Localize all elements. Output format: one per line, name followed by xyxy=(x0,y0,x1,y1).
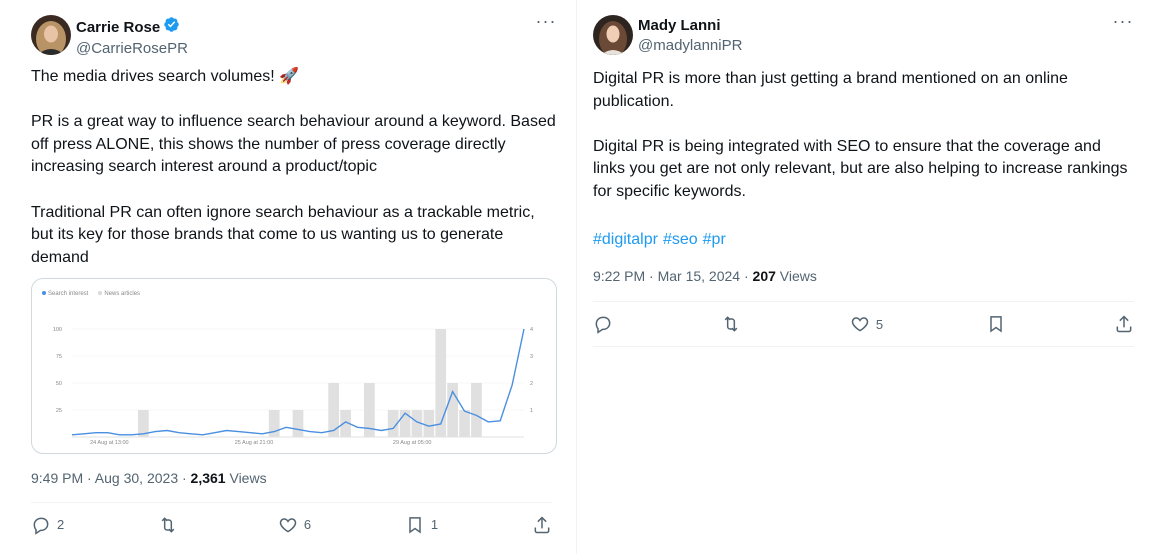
reply-icon xyxy=(33,517,49,535)
news-bar xyxy=(471,383,482,437)
x-tick-label: 25 Aug at 21:00 xyxy=(235,440,274,446)
display-name[interactable]: Carrie Rose xyxy=(76,18,160,37)
verified-badge-icon xyxy=(163,16,180,38)
share-button[interactable] xyxy=(1114,314,1134,334)
heart-icon xyxy=(279,517,297,533)
y-left-tick-label: 25 xyxy=(56,408,62,414)
news-bar xyxy=(435,329,447,437)
news-bar xyxy=(292,410,304,437)
news-bar xyxy=(423,410,435,437)
reply-icon xyxy=(595,316,611,334)
views-label: Views xyxy=(225,470,267,486)
handle[interactable]: @CarrieRosePR xyxy=(76,39,188,58)
reply-button[interactable] xyxy=(593,314,619,334)
hashtag-link[interactable]: #pr xyxy=(703,231,726,248)
x-tick-label: 29 Aug at 05:00 xyxy=(393,440,432,446)
tweet-actions: 2 6 1 xyxy=(31,502,552,546)
like-count: 5 xyxy=(875,316,884,332)
views-count: 207 xyxy=(752,268,776,284)
y-right-tick-label: 2 xyxy=(530,381,533,387)
views-count: 2,361 xyxy=(190,470,226,486)
news-bar xyxy=(459,410,470,437)
more-horizontal-icon[interactable]: ··· xyxy=(1112,12,1134,34)
like-button[interactable]: 5 xyxy=(850,314,883,334)
reply-button[interactable]: 2 xyxy=(31,515,64,535)
chart-plot: 100 4 75 3 50 2 25 1 24 Aug at 13:00 25 Aug at 21… xyxy=(53,327,533,446)
repost-button[interactable] xyxy=(158,515,184,535)
avatar[interactable] xyxy=(31,15,71,55)
bookmark-icon xyxy=(409,516,421,534)
reply-count: 2 xyxy=(57,517,65,532)
y-left-tick-label: 75 xyxy=(56,354,62,360)
views-label: Views xyxy=(775,268,817,284)
news-bar xyxy=(328,383,340,437)
tweet-time[interactable]: 9:22 PM · Mar 15, 2024 · xyxy=(593,268,753,284)
hashtag-link[interactable]: #digitalpr xyxy=(593,231,658,248)
tweet-meta: 9:22 PM · Mar 15, 2024 · 207 Views xyxy=(593,267,817,286)
y-right-tick-label: 4 xyxy=(530,327,533,333)
y-right-tick-label: 3 xyxy=(530,354,533,360)
repost-button[interactable] xyxy=(721,314,747,334)
bookmark-button[interactable]: 1 xyxy=(405,515,438,535)
repost-icon xyxy=(161,516,175,533)
tweet-header: Mady Lanni @madylanniPR ··· xyxy=(593,0,1134,60)
y-left-tick-label: 100 xyxy=(53,327,62,333)
chart-image[interactable]: Search interest News articles 100 4 75 3 50 2… xyxy=(31,278,557,454)
hashtags: #digitalpr #seo #pr xyxy=(593,229,731,251)
y-right-tick-label: 1 xyxy=(530,408,533,414)
hashtag-link[interactable]: #seo xyxy=(663,231,698,248)
bookmark-button[interactable] xyxy=(986,314,1012,334)
x-tick-label: 24 Aug at 13:00 xyxy=(90,440,129,446)
share-icon xyxy=(534,515,550,533)
tweet-time[interactable]: 9:49 PM · Aug 30, 2023 · xyxy=(31,470,191,486)
more-horizontal-icon[interactable]: ··· xyxy=(535,12,557,34)
tweet-meta: 9:49 PM · Aug 30, 2023 · 2,361 Views xyxy=(31,469,267,488)
handle[interactable]: @madylanniPR xyxy=(638,36,742,55)
bookmark-count: 1 xyxy=(430,517,439,532)
tweet-header: Carrie Rose @CarrieRosePR ··· xyxy=(31,0,557,60)
share-button[interactable] xyxy=(532,515,552,535)
like-button[interactable]: 6 xyxy=(278,515,311,535)
display-name[interactable]: Mady Lanni xyxy=(638,16,721,35)
tweet-text: Digital PR is more than just getting a b… xyxy=(593,70,1128,200)
like-count: 6 xyxy=(303,517,312,532)
tweet-carrie-rose[interactable]: Carrie Rose @CarrieRosePR ··· The media … xyxy=(31,0,557,535)
tweet-actions: 5 xyxy=(593,301,1134,347)
tweet-mady-lanni[interactable]: Mady Lanni @madylanniPR ··· Digital PR i… xyxy=(593,0,1134,347)
bookmark-icon xyxy=(989,316,1002,333)
tweet-text: The media drives search volumes! 🚀 PR is… xyxy=(31,68,556,266)
heart-icon xyxy=(851,317,869,332)
share-icon xyxy=(1116,315,1132,333)
y-left-tick-label: 50 xyxy=(56,381,62,387)
column-divider xyxy=(576,0,577,554)
repost-icon xyxy=(725,316,738,332)
avatar[interactable] xyxy=(593,15,633,55)
